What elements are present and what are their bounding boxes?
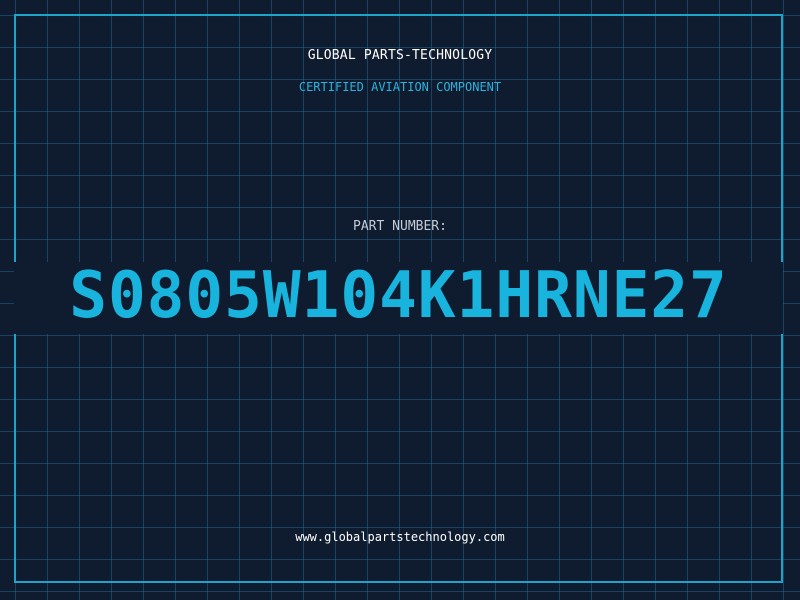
- company-name: GLOBAL PARTS-TECHNOLOGY: [307, 48, 493, 63]
- website-url[interactable]: www.globalpartstechnology.com: [0, 530, 800, 544]
- part-number-value: S0805W104K1HRNE27: [69, 259, 728, 333]
- part-number-label: PART NUMBER:: [353, 219, 447, 234]
- component-tagline: CERTIFIED AVIATION COMPONENT: [298, 80, 502, 94]
- certificate-card: GLOBAL PARTS-TECHNOLOGY CERTIFIED AVIATI…: [0, 0, 800, 600]
